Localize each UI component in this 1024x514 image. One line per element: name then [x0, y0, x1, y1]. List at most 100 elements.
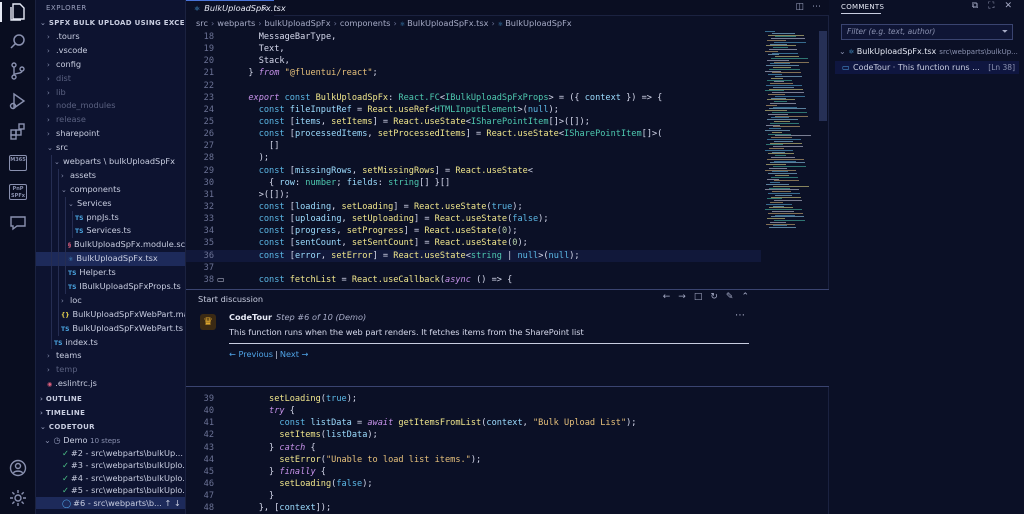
- code-line[interactable]: 18 MessageBarType,: [186, 31, 761, 43]
- outline-section[interactable]: › OUTLINE: [36, 392, 185, 406]
- comment-entry[interactable]: ▭ CodeTour · This function runs ... [Ln 38…: [835, 61, 1019, 74]
- code-line[interactable]: 40 try {: [186, 405, 761, 417]
- search-icon[interactable]: [8, 32, 28, 52]
- code-line[interactable]: 38 ▭ const fetchList = React.useCallback(…: [186, 274, 761, 286]
- code-line[interactable]: 45 } finally {: [186, 466, 761, 478]
- tree-item[interactable]: › node_modules: [36, 99, 185, 113]
- tree-item[interactable]: › release: [36, 113, 185, 127]
- tree-item[interactable]: ⌄ src: [36, 141, 185, 155]
- tree-item[interactable]: ⌄ components: [36, 182, 185, 197]
- code-line[interactable]: 32 const [loading, setLoading] = React.u…: [186, 201, 761, 213]
- tree-item[interactable]: › loc: [36, 293, 185, 308]
- more-actions-icon[interactable]: ⋯: [812, 2, 821, 12]
- edit-icon[interactable]: ✎: [726, 292, 742, 302]
- code-line[interactable]: 42 setItems(listData);: [186, 429, 761, 441]
- breadcrumb-item[interactable]: BulkUploadSpFx.tsx: [407, 18, 488, 28]
- tour-step-item[interactable]: ◯ #6 - src\webparts\b... ↑ ↓: [36, 496, 185, 510]
- tour-step-item[interactable]: ✓ #3 - src\webparts\bulkUplo...: [36, 459, 185, 472]
- comments-icon[interactable]: [8, 213, 28, 233]
- collapse-icon[interactable]: ⌃: [741, 292, 757, 302]
- code-line[interactable]: 23 export const BulkUploadSpFx: React.FC…: [186, 92, 761, 104]
- tour-demo[interactable]: ⌄ ◷ Demo 10 steps: [36, 434, 185, 447]
- code-line[interactable]: 37: [186, 262, 761, 274]
- code-line[interactable]: 36 const [error, setError] = React.useSt…: [186, 249, 761, 262]
- code-line[interactable]: 28 );: [186, 152, 761, 164]
- breadcrumb-item[interactable]: webparts: [217, 18, 255, 28]
- refresh-icon[interactable]: ↻: [710, 292, 726, 302]
- codetour-section[interactable]: ⌄ CODETOUR: [36, 420, 185, 434]
- code-line[interactable]: 20 Stack,: [186, 55, 761, 67]
- comments-tab[interactable]: COMMENTS: [841, 3, 884, 14]
- tree-item[interactable]: › lib: [36, 86, 185, 100]
- minimap[interactable]: [761, 31, 817, 511]
- tree-item[interactable]: › teams: [36, 349, 185, 363]
- comment-file-row[interactable]: ⌄ ⚛ BulkUploadSpFx.tsx src\webparts\bulkU…: [839, 47, 1018, 56]
- account-icon[interactable]: [8, 458, 28, 478]
- arrow-left-icon[interactable]: ←: [663, 292, 679, 302]
- tree-item[interactable]: › temp: [36, 363, 185, 377]
- tree-item[interactable]: ◉ .eslintrc.js: [36, 377, 185, 391]
- code-line[interactable]: 19 Text,: [186, 43, 761, 55]
- tab-bulkuploadspfx[interactable]: ⚛ BulkUploadSpFx.tsx ×: [186, 0, 286, 16]
- manage-gear-icon[interactable]: [8, 488, 28, 508]
- run-debug-icon[interactable]: [8, 91, 28, 111]
- code-line[interactable]: 39 setLoading(true);: [186, 393, 761, 405]
- tour-step-item[interactable]: ✓ #5 - src\webparts\bulkUplo...: [36, 484, 185, 497]
- code-line[interactable]: 35 const [sentCount, setSentCount] = Rea…: [186, 237, 761, 249]
- tree-item[interactable]: § BulkUploadSpFx.module.scss: [36, 238, 185, 253]
- tree-item[interactable]: TS BulkUploadSpFxWebPart.ts: [36, 321, 185, 336]
- code-line[interactable]: 41 const listData = await getItemsFromLi…: [186, 417, 761, 429]
- tree-item[interactable]: TS Helper.ts: [36, 266, 185, 281]
- code-line[interactable]: 26 const [processedItems, setProcessedIt…: [186, 128, 761, 140]
- tree-item[interactable]: › .tours: [36, 30, 185, 44]
- previous-link[interactable]: ← Previous: [229, 349, 273, 359]
- m365-icon[interactable]: M365: [9, 155, 27, 171]
- tree-item[interactable]: › sharepoint: [36, 127, 185, 141]
- code-line[interactable]: 29 const [missingRows, setMissingRows] =…: [186, 165, 761, 177]
- code-line[interactable]: 44 setError("Unable to load list items."…: [186, 454, 761, 466]
- code-line[interactable]: 25 const [items, setItems] = React.useSt…: [186, 116, 761, 128]
- extensions-icon[interactable]: [8, 121, 28, 141]
- code-line[interactable]: 34 const [progress, setProgress] = React…: [186, 225, 761, 237]
- explorer-icon[interactable]: [8, 2, 28, 22]
- tree-item[interactable]: ⌄ webparts \ bulkUploadSpFx: [36, 155, 185, 169]
- tree-item[interactable]: TS pnpJs.ts: [36, 210, 185, 225]
- vertical-scrollbar[interactable]: [819, 31, 827, 121]
- tree-item[interactable]: › dist: [36, 72, 185, 86]
- breadcrumb-item[interactable]: bulkUploadSpFx: [265, 18, 331, 28]
- tree-item[interactable]: › config: [36, 58, 185, 72]
- code-line[interactable]: 22: [186, 80, 761, 92]
- code-line[interactable]: 48 }, [context]);: [186, 502, 761, 514]
- breadcrumb-item[interactable]: BulkUploadSpFx: [505, 18, 571, 28]
- tree-item[interactable]: › assets: [36, 168, 185, 183]
- tree-item[interactable]: ⌄ Services: [36, 196, 185, 211]
- tree-item[interactable]: › .vscode: [36, 44, 185, 58]
- code-view-top[interactable]: 18 MessageBarType, 19 Text, 20 Stack, 21 } …: [186, 31, 761, 289]
- code-line[interactable]: 43 } catch {: [186, 442, 761, 454]
- pnp-spfx-icon[interactable]: PnP SPFx: [9, 184, 27, 200]
- tree-item[interactable]: {}BulkUploadSpFxWebPart.manif...: [36, 307, 185, 322]
- split-editor-icon[interactable]: ◫: [795, 2, 804, 12]
- code-line[interactable]: 30 { row: number; fields: string[] }[]: [186, 177, 761, 189]
- tour-step-item[interactable]: ✓ #4 - src\webparts\bulkUplo...: [36, 472, 185, 485]
- comment-gutter-icon[interactable]: ▭: [217, 274, 225, 286]
- tree-item[interactable]: ⚛ BulkUploadSpFx.tsx: [36, 252, 185, 267]
- breadcrumb-item[interactable]: components: [340, 18, 391, 28]
- arrow-right-icon[interactable]: →: [678, 292, 694, 302]
- tree-item[interactable]: TS index.ts: [36, 335, 185, 350]
- project-header[interactable]: ⌄ SPFX BULK UPLOAD USING EXCEL: [36, 16, 185, 30]
- collapse-all-icon[interactable]: ⧉: [972, 1, 978, 11]
- code-line[interactable]: 27 []: [186, 140, 761, 152]
- code-line[interactable]: 47 }: [186, 490, 761, 502]
- code-line[interactable]: 33 const [uploading, setUploading] = Rea…: [186, 213, 761, 225]
- code-line[interactable]: 46 setLoading(false);: [186, 478, 761, 490]
- comments-filter-input[interactable]: Filter (e.g. text, author) ⏷: [841, 24, 1013, 40]
- stop-icon[interactable]: □: [694, 292, 711, 302]
- next-link[interactable]: Next →: [280, 349, 309, 359]
- reorder-arrows-icon[interactable]: ↑ ↓: [162, 498, 180, 508]
- filter-icon[interactable]: ⏷: [1002, 25, 1008, 39]
- tree-item[interactable]: TS Services.ts: [36, 224, 185, 239]
- code-line[interactable]: 31 >([]);: [186, 189, 761, 201]
- close-icon[interactable]: ✕: [1004, 1, 1012, 11]
- timeline-section[interactable]: › TIMELINE: [36, 406, 185, 420]
